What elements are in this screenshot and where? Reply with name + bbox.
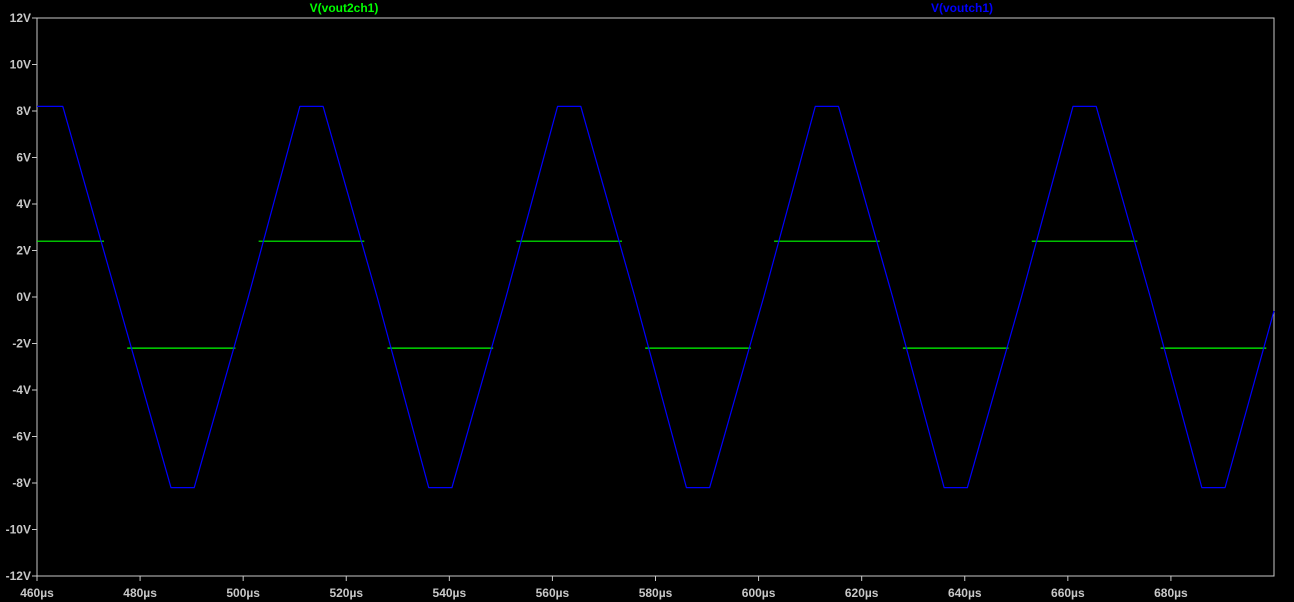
x-tick-label: 500µs [226,586,260,600]
y-tick-label: 4V [16,197,31,211]
y-tick-label: -2V [12,337,31,351]
x-tick-label: 460µs [20,586,54,600]
y-tick-label: -8V [12,476,31,490]
x-axis-ticks: 460µs 480µs 500µs 520µs 540µs 560µs 580µs 600µs… [20,576,1188,600]
x-tick-label: 480µs [123,586,157,600]
trace-vout2ch1[interactable] [37,240,1267,349]
waveform-plot[interactable]: 12V 10V 8V 6V 4V 2V 0V -2V -4V -6V -8V -10V -12V 460… [0,0,1294,602]
y-axis-ticks: 12V 10V 8V 6V 4V 2V 0V -2V -4V -6V -8V -10V -12V [6,11,37,583]
y-tick-label: 8V [16,104,31,118]
y-tick-label: 12V [10,11,31,25]
x-tick-label: 600µs [742,586,776,600]
y-tick-label: -10V [6,523,31,537]
x-tick-label: 620µs [845,586,879,600]
legend-voutch1[interactable]: V(voutch1) [931,1,993,15]
x-tick-label: 580µs [639,586,673,600]
y-tick-label: -6V [12,430,31,444]
x-tick-label: 660µs [1051,586,1085,600]
y-tick-label: 2V [16,244,31,258]
y-tick-label: -12V [6,569,31,583]
plot-frame [36,17,1275,577]
traces [37,105,1275,489]
legend-vout2ch1[interactable]: V(vout2ch1) [310,1,379,15]
y-tick-label: 10V [10,58,31,72]
x-tick-label: 680µs [1154,586,1188,600]
y-tick-label: -4V [12,383,31,397]
y-tick-label: 6V [16,151,31,165]
y-tick-label: 0V [16,290,31,304]
x-tick-label: 540µs [433,586,467,600]
x-tick-label: 560µs [536,586,570,600]
trace-voutch1[interactable] [37,105,1275,489]
x-tick-label: 520µs [329,586,363,600]
x-tick-label: 640µs [948,586,982,600]
